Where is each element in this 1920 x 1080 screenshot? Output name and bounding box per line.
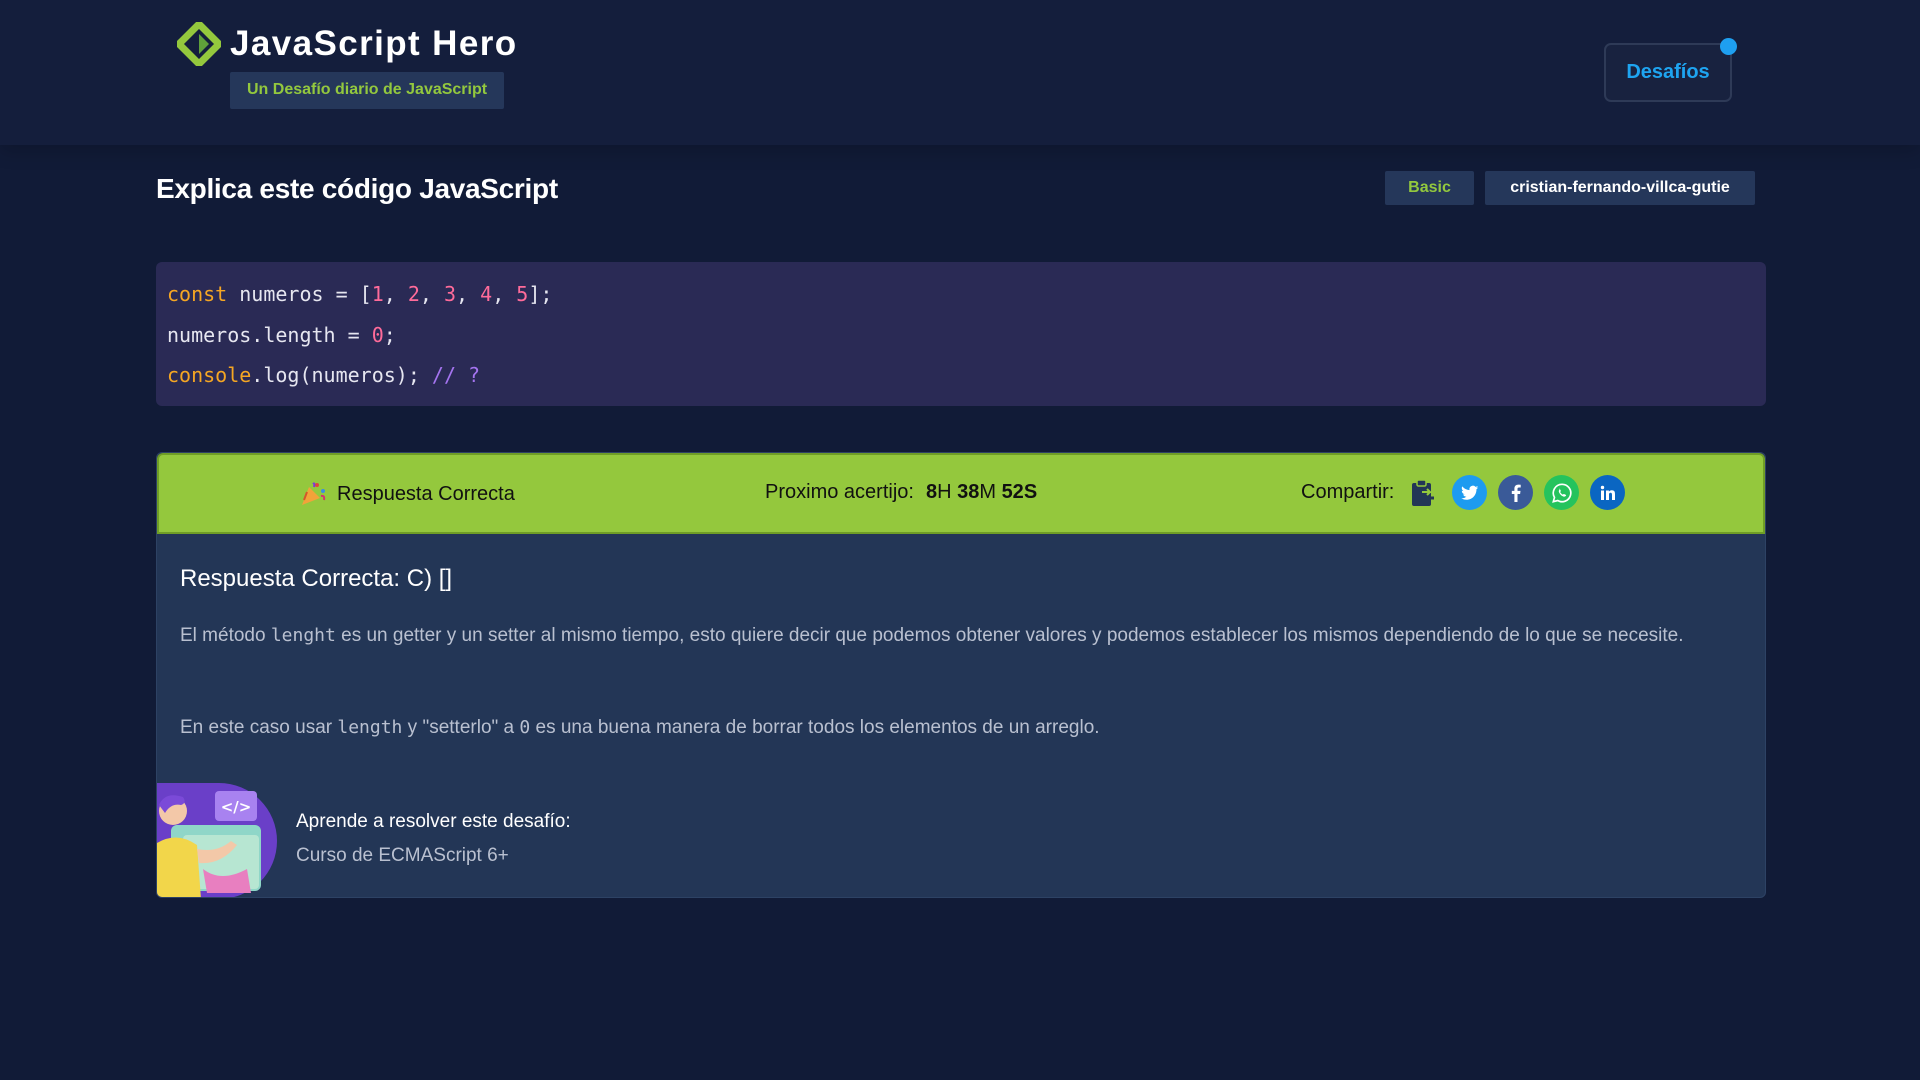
inline-code: length <box>337 717 403 738</box>
explanation-paragraph: En este caso usar length y "setterlo" a … <box>180 712 1740 744</box>
explanation-text: El método <box>180 625 271 646</box>
code-text: , <box>383 282 408 306</box>
brand[interactable]: JavaScript Hero Un Desafío diario de Jav… <box>175 20 518 109</box>
author-badge[interactable]: cristian-fernando-villca-gutie <box>1485 171 1755 205</box>
countdown-minutes-unit: M <box>979 481 996 503</box>
party-popper-icon <box>299 481 327 507</box>
page-title: Explica este código JavaScript <box>156 173 558 204</box>
code-line: const numeros = [1, 2, 3, 4, 5]; <box>167 280 1755 321</box>
countdown-hours: 8 <box>925 481 938 503</box>
countdown-seconds-unit: S <box>1023 481 1038 503</box>
twitter-icon[interactable] <box>1452 475 1488 510</box>
answer-card: Respuesta Correcta Proximo acertijo: 8H … <box>156 452 1766 898</box>
countdown-minutes: 38 <box>957 481 980 503</box>
code-text: numeros = [ <box>227 282 372 306</box>
code-number: 5 <box>516 282 529 306</box>
code-text: ]; <box>528 282 553 306</box>
challenges-button[interactable]: Desafíos <box>1604 43 1732 102</box>
code-keyword: const <box>167 282 228 306</box>
level-badge: Basic <box>1385 171 1474 205</box>
clipboard-icon[interactable] <box>1408 475 1438 510</box>
next-riddle-label: Proximo acertijo: <box>765 481 914 503</box>
code-text: , <box>456 282 481 306</box>
notification-dot <box>1720 38 1737 55</box>
share-label: Compartir: <box>1301 481 1395 503</box>
explanation-text: y "setterlo" a <box>402 717 520 738</box>
code-text: , <box>492 282 517 306</box>
code-text: ; <box>383 322 396 347</box>
code-number: 3 <box>444 282 457 306</box>
explanation-text: es un getter y un setter al mismo tiempo… <box>335 625 1684 646</box>
site-title: JavaScript Hero <box>230 24 518 63</box>
course-thumbnail[interactable]: </> <box>157 783 279 897</box>
linkedin-icon[interactable] <box>1590 475 1626 510</box>
countdown-timer: 8H 38M 52S <box>926 481 1037 504</box>
code-text: numeros.length = <box>167 322 372 347</box>
explanation-text: En este caso usar <box>180 717 338 738</box>
code-number: 4 <box>480 282 493 306</box>
code-number: 1 <box>371 282 384 306</box>
site-subtitle-badge: Un Desafío diario de JavaScript <box>230 72 505 109</box>
result-status: Respuesta Correcta <box>299 481 515 507</box>
course-link[interactable]: Curso de ECMAScript 6+ <box>296 845 509 867</box>
course-heading: Aprende a resolver este desafío: <box>296 811 571 832</box>
countdown-seconds: 52 <box>1001 481 1024 503</box>
next-riddle: Proximo acertijo: 8H 38M 52S <box>765 481 1037 504</box>
code-text: , <box>419 282 444 306</box>
whatsapp-icon[interactable] <box>1544 475 1580 510</box>
top-navbar: JavaScript Hero Un Desafío diario de Jav… <box>0 0 1920 145</box>
facebook-icon[interactable] <box>1498 475 1534 510</box>
code-keyword: console <box>167 363 252 387</box>
code-line: console.log(numeros); // ? <box>167 361 1755 402</box>
code-text: .log(numeros); <box>251 363 432 387</box>
answer-title: Respuesta Correcta: C) [] <box>180 565 453 592</box>
explanation-paragraph: El método lenght es un getter y un sette… <box>180 620 1740 652</box>
code-line: numeros.length = 0; <box>167 321 1755 362</box>
code-number: 0 <box>371 322 384 347</box>
explanation-text: es una buena manera de borrar todos los … <box>530 717 1100 738</box>
status-text: Respuesta Correcta <box>337 482 515 505</box>
inline-code: lenght <box>270 625 336 646</box>
share-section: Compartir: <box>1301 475 1636 510</box>
code-block: const numeros = [1, 2, 3, 4, 5]; numeros… <box>156 262 1766 406</box>
result-bar: Respuesta Correcta Proximo acertijo: 8H … <box>157 453 1765 534</box>
code-number: 2 <box>407 282 420 306</box>
svg-text:</>: </> <box>221 798 252 816</box>
diamond-logo-icon <box>175 20 223 68</box>
inline-code: 0 <box>519 717 531 738</box>
code-comment: // ? <box>431 363 481 387</box>
countdown-hours-unit: H <box>937 481 952 503</box>
